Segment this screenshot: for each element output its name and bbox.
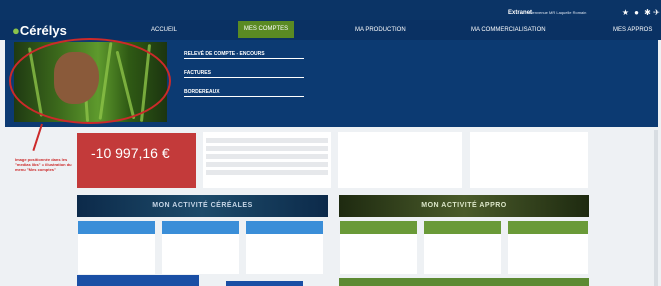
user-icon[interactable]: ● — [632, 8, 641, 17]
kpi-card — [78, 221, 155, 274]
green-bar — [339, 278, 589, 286]
blue-bar — [226, 281, 303, 286]
table-row — [206, 162, 328, 167]
balance-value: -10 997,16 € — [91, 145, 170, 161]
main-nav-bar — [0, 20, 661, 40]
nav-mes-comptes[interactable]: MES COMPTES — [238, 21, 294, 38]
highlight-circle — [9, 38, 171, 124]
activity-cereales-banner[interactable]: MON ACTIVITÉ CÉRÉALES — [77, 195, 328, 217]
nav-ma-commercialisation[interactable]: MA COMMERCIALISATION — [471, 27, 546, 33]
actualites-box[interactable] — [77, 275, 199, 286]
star-icon[interactable]: ★ — [621, 8, 630, 17]
dropdown-divider — [184, 77, 304, 78]
nav-accueil[interactable]: ACCUEIL — [151, 27, 177, 33]
nav-ma-production[interactable]: MA PRODUCTION — [355, 27, 406, 33]
logo[interactable]: ●Cérélys — [12, 23, 67, 38]
kpi-card — [424, 221, 501, 274]
annotation-text: Image positionnée dans les "medias libs"… — [15, 157, 72, 172]
scrollbar[interactable] — [654, 130, 658, 286]
market-prices-card — [338, 132, 462, 188]
contact-card — [470, 132, 588, 188]
dropdown-divider — [184, 58, 304, 59]
dropdown-divider — [184, 96, 304, 97]
dropdown-item-bordereaux[interactable]: BORDEREAUX — [184, 89, 220, 95]
activity-appro-banner[interactable]: MON ACTIVITÉ APPRO — [339, 195, 589, 217]
table-row — [206, 170, 328, 175]
twitter-icon[interactable]: ✈ — [653, 8, 660, 17]
kpi-card — [246, 221, 323, 274]
kpi-card — [340, 221, 417, 274]
table-row — [206, 138, 328, 143]
annotation-arrow — [32, 123, 43, 151]
dropdown-item-factures[interactable]: FACTURES — [184, 70, 211, 76]
table-row — [206, 154, 328, 159]
table-row — [206, 146, 328, 151]
dropdown-item-releve[interactable]: RELEVÉ DE COMPTE - ENCOURS — [184, 51, 265, 57]
logo-leaf-icon: ● — [12, 23, 20, 38]
kpi-card — [508, 221, 588, 274]
kpi-card — [162, 221, 239, 274]
nav-mes-appros[interactable]: MES APPROS — [613, 27, 652, 33]
settings-icon[interactable]: ✱ — [643, 8, 652, 17]
welcome-user-text: Bienvenue MR Laquelle Romain — [529, 10, 587, 15]
